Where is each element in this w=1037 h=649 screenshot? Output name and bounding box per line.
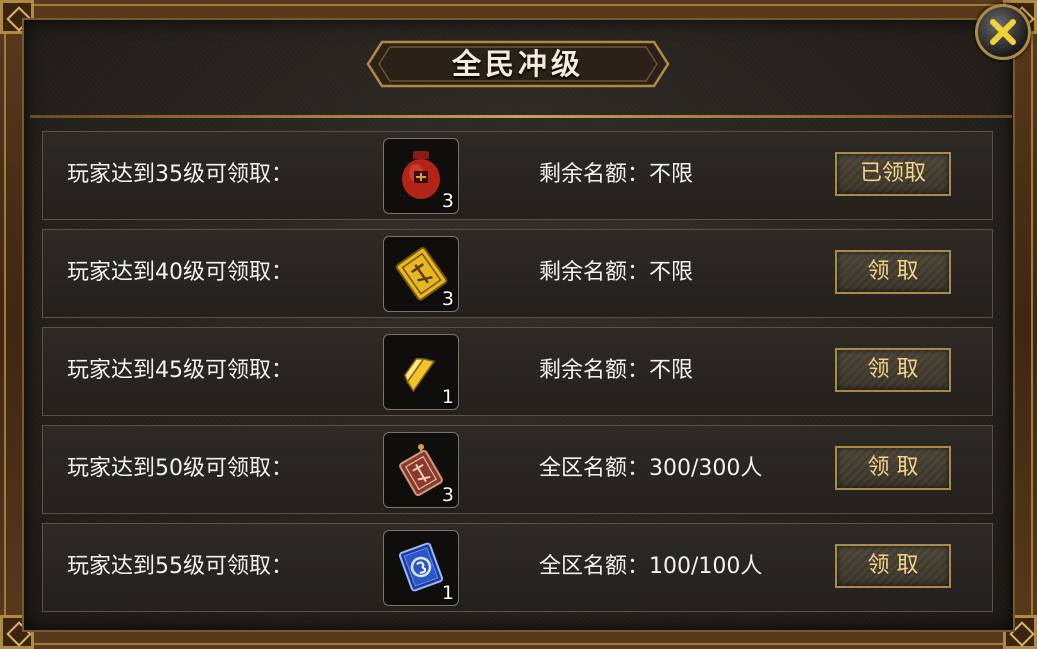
- gold-ticket-icon: [395, 247, 448, 301]
- red-jar-icon: [402, 151, 440, 199]
- reward-condition: 玩家达到35级可领取：: [67, 162, 293, 187]
- claimed-button[interactable]: 已领取: [835, 152, 951, 196]
- reward-condition: 玩家达到45级可领取：: [67, 358, 293, 383]
- quota-text: 剩余名额：不限: [539, 162, 694, 187]
- blue-book-icon: [398, 542, 444, 592]
- reward-row-40: 玩家达到40级可领取： 3 剩余名额：不限 领 取: [42, 229, 993, 318]
- title-plate: 全民冲级: [364, 38, 672, 90]
- title-divider: [30, 115, 1012, 118]
- quota-text: 全区名额：300/300人: [539, 456, 763, 481]
- reward-condition: 玩家达到55级可领取：: [67, 554, 293, 579]
- item-count: 3: [441, 288, 454, 310]
- claim-button[interactable]: 领 取: [835, 446, 951, 490]
- claim-button[interactable]: 领 取: [835, 544, 951, 588]
- reward-row-45: 玩家达到45级可领取： 1 剩余名额：不限 领 取: [42, 327, 993, 416]
- item-slot[interactable]: 1: [383, 530, 459, 606]
- close-x-icon: [990, 19, 1016, 45]
- item-slot[interactable]: 1: [383, 334, 459, 410]
- item-count: 1: [441, 582, 454, 604]
- item-slot[interactable]: 3: [383, 432, 459, 508]
- gold-bar-icon: [404, 357, 436, 393]
- close-button[interactable]: [975, 4, 1031, 60]
- reward-row-55: 玩家达到55级可领取： 1 全区名额：100/100人 领 取: [42, 523, 993, 612]
- item-slot[interactable]: 3: [383, 236, 459, 312]
- claim-button[interactable]: 领 取: [835, 250, 951, 294]
- quota-text: 剩余名额：不限: [539, 260, 694, 285]
- reward-row-35: 玩家达到35级可领取： 3 剩余名额：不限 已领取: [42, 131, 993, 220]
- claim-button[interactable]: 领 取: [835, 348, 951, 392]
- quota-text: 全区名额：100/100人: [539, 554, 763, 579]
- reward-condition: 玩家达到40级可领取：: [67, 260, 293, 285]
- reward-row-50: 玩家达到50级可领取： 3 全区名额：300/300人 领 取: [42, 425, 993, 514]
- item-slot[interactable]: 3: [383, 138, 459, 214]
- quota-text: 剩余名额：不限: [539, 358, 694, 383]
- reward-condition: 玩家达到50级可领取：: [67, 456, 293, 481]
- window-frame: 全民冲级 玩家达到35级可领取： 3 剩余名额：不限 已领取 玩家达到40级可领…: [0, 0, 1037, 649]
- red-token-icon: [399, 444, 443, 496]
- item-count: 1: [441, 386, 454, 408]
- item-count: 3: [441, 190, 454, 212]
- item-count: 3: [441, 484, 454, 506]
- page-title: 全民冲级: [451, 47, 584, 81]
